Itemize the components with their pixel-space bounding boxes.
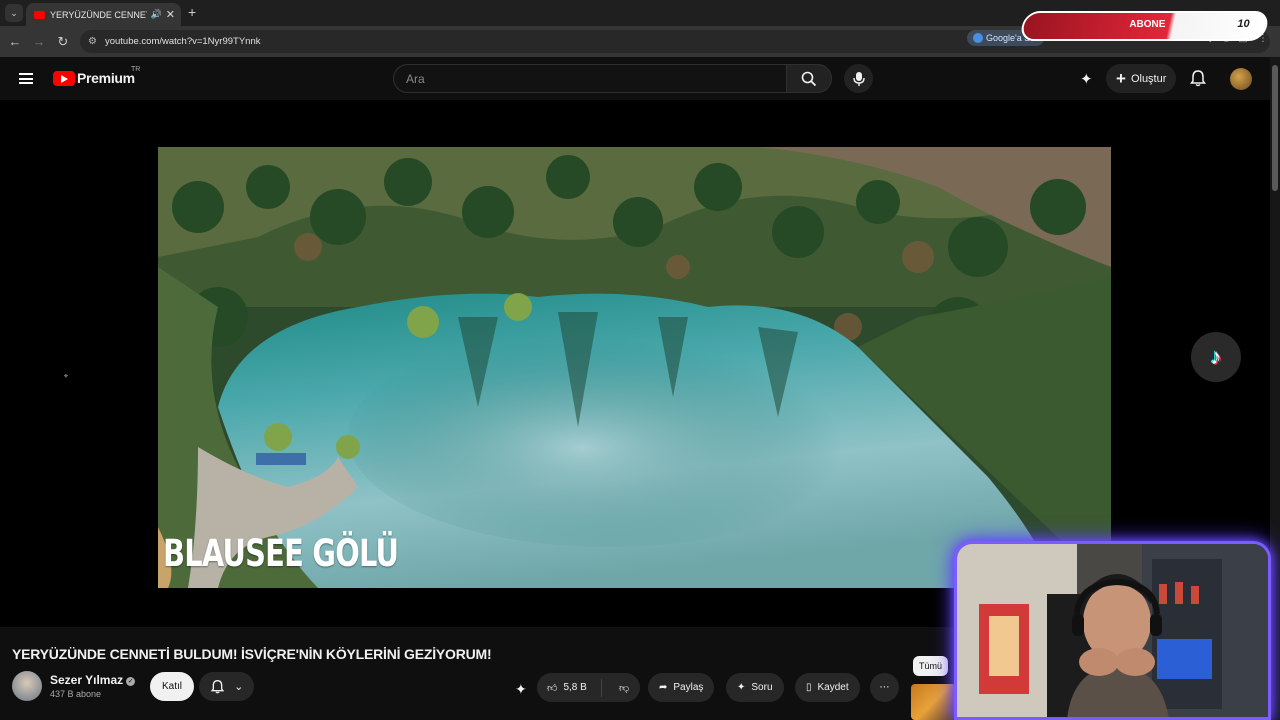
bell-icon xyxy=(210,679,224,694)
page-scrollbar[interactable] xyxy=(1270,57,1280,720)
subscribe-overlay-label: ABONE xyxy=(1129,19,1166,30)
search-input[interactable] xyxy=(406,71,786,86)
create-label: Oluştur xyxy=(1130,72,1167,85)
notifications-bell-icon[interactable] xyxy=(1189,69,1207,87)
like-dislike-group: 👍︎ 5,8 B 👎︎ xyxy=(537,673,640,702)
save-button[interactable]: ▯ Kaydet xyxy=(795,673,860,702)
video-caption: BLAUSEE GÖLÜ xyxy=(163,532,399,575)
ai-sparkle-icon[interactable]: ✦ xyxy=(1080,70,1093,88)
search-box xyxy=(393,64,787,93)
url-text: youtube.com/watch?v=1Nyr99TYnnk xyxy=(104,36,261,47)
tiktok-icon: ♪ xyxy=(1191,332,1241,382)
subscriber-count: 437 B abone xyxy=(50,689,102,699)
like-count: 5,8 B xyxy=(563,682,587,693)
youtube-favicon-icon xyxy=(34,10,45,19)
new-tab-button[interactable]: + xyxy=(188,4,196,20)
search-button[interactable] xyxy=(786,64,832,93)
lake-scene-image xyxy=(158,147,1111,588)
plus-icon: + xyxy=(1116,68,1126,88)
search-icon xyxy=(801,71,817,86)
streamer-facecam xyxy=(954,541,1271,720)
video-frame[interactable] xyxy=(158,147,1111,588)
forward-button[interactable]: → xyxy=(27,34,51,49)
chevron-down-icon: ⌄ xyxy=(10,7,18,18)
channel-name-row[interactable]: Sezer Yılmaz ✓ xyxy=(50,673,136,687)
join-button[interactable]: Katıl xyxy=(150,672,195,701)
subscription-bell-button[interactable]: ⌄ xyxy=(199,672,254,701)
save-label: Kaydet xyxy=(817,682,849,693)
scrollbar-thumb[interactable] xyxy=(1272,65,1278,191)
subscribe-overlay: ABONE 10 xyxy=(1018,11,1271,41)
browser-tab[interactable]: YERYÜZÜNDE CENNETİ BULDUM 🔊 ✕ xyxy=(26,3,181,26)
sparkle-icon: ✦ xyxy=(737,682,746,693)
youtube-logo[interactable]: Premium TR xyxy=(53,66,140,86)
reload-button[interactable]: ↻ xyxy=(51,34,75,50)
lens-icon xyxy=(973,33,983,43)
tab-search-button[interactable]: ⌄ xyxy=(5,4,23,22)
verified-check-icon: ✓ xyxy=(126,677,136,686)
watermark-logo: ⚜ xyxy=(63,374,69,380)
site-info-icon[interactable]: ⚙ xyxy=(88,36,97,47)
channel-name: Sezer Yılmaz xyxy=(50,673,124,687)
youtube-play-icon xyxy=(53,70,75,86)
thumbs-down-icon: 👎︎ xyxy=(619,682,630,694)
create-button[interactable]: + Oluştur xyxy=(1106,64,1177,93)
bookmark-icon: ▯ xyxy=(806,682,812,693)
microphone-icon xyxy=(852,71,865,86)
share-label: Paylaş xyxy=(673,682,704,693)
back-button[interactable]: ← xyxy=(3,34,27,49)
account-avatar[interactable] xyxy=(1230,68,1252,90)
video-title: YERYÜZÜNDE CENNETİ BULDUM! İSVİÇRE'NİN K… xyxy=(12,646,492,662)
chevron-down-icon: ⌄ xyxy=(234,681,244,693)
channel-avatar[interactable] xyxy=(12,671,42,701)
tab-title: YERYÜZÜNDE CENNETİ BULDUM xyxy=(50,9,147,20)
share-icon: ➦ xyxy=(659,682,668,693)
voice-search-button[interactable] xyxy=(844,64,873,93)
ask-label: Soru xyxy=(751,682,773,693)
dislike-button[interactable]: 👎︎ xyxy=(608,682,640,694)
recommended-thumbnail[interactable] xyxy=(911,684,956,720)
region-code: TR xyxy=(131,66,141,73)
hamburger-menu-icon[interactable] xyxy=(19,73,33,84)
facecam-image xyxy=(957,544,1268,717)
subscribe-overlay-count: 10 xyxy=(1237,18,1250,30)
close-icon[interactable]: ✕ xyxy=(166,8,175,21)
brand-text: Premium xyxy=(77,70,135,86)
ai-sparkle-icon[interactable]: ✦ xyxy=(515,681,527,698)
ask-button[interactable]: ✦ Soru xyxy=(726,673,784,702)
speaker-icon[interactable]: 🔊 xyxy=(151,9,162,20)
more-actions-button[interactable]: ⋯ xyxy=(870,673,899,702)
youtube-header: Premium TR ✦ + Oluştur xyxy=(0,57,1270,100)
filter-chip-all[interactable]: Tümü xyxy=(913,656,949,676)
share-button[interactable]: ➦ Paylaş xyxy=(648,673,715,702)
thumbs-up-icon: 👍︎ xyxy=(547,682,558,694)
more-icon: ⋯ xyxy=(879,682,890,693)
plus-icon: + xyxy=(188,4,197,20)
like-button[interactable]: 👍︎ 5,8 B xyxy=(537,678,603,697)
